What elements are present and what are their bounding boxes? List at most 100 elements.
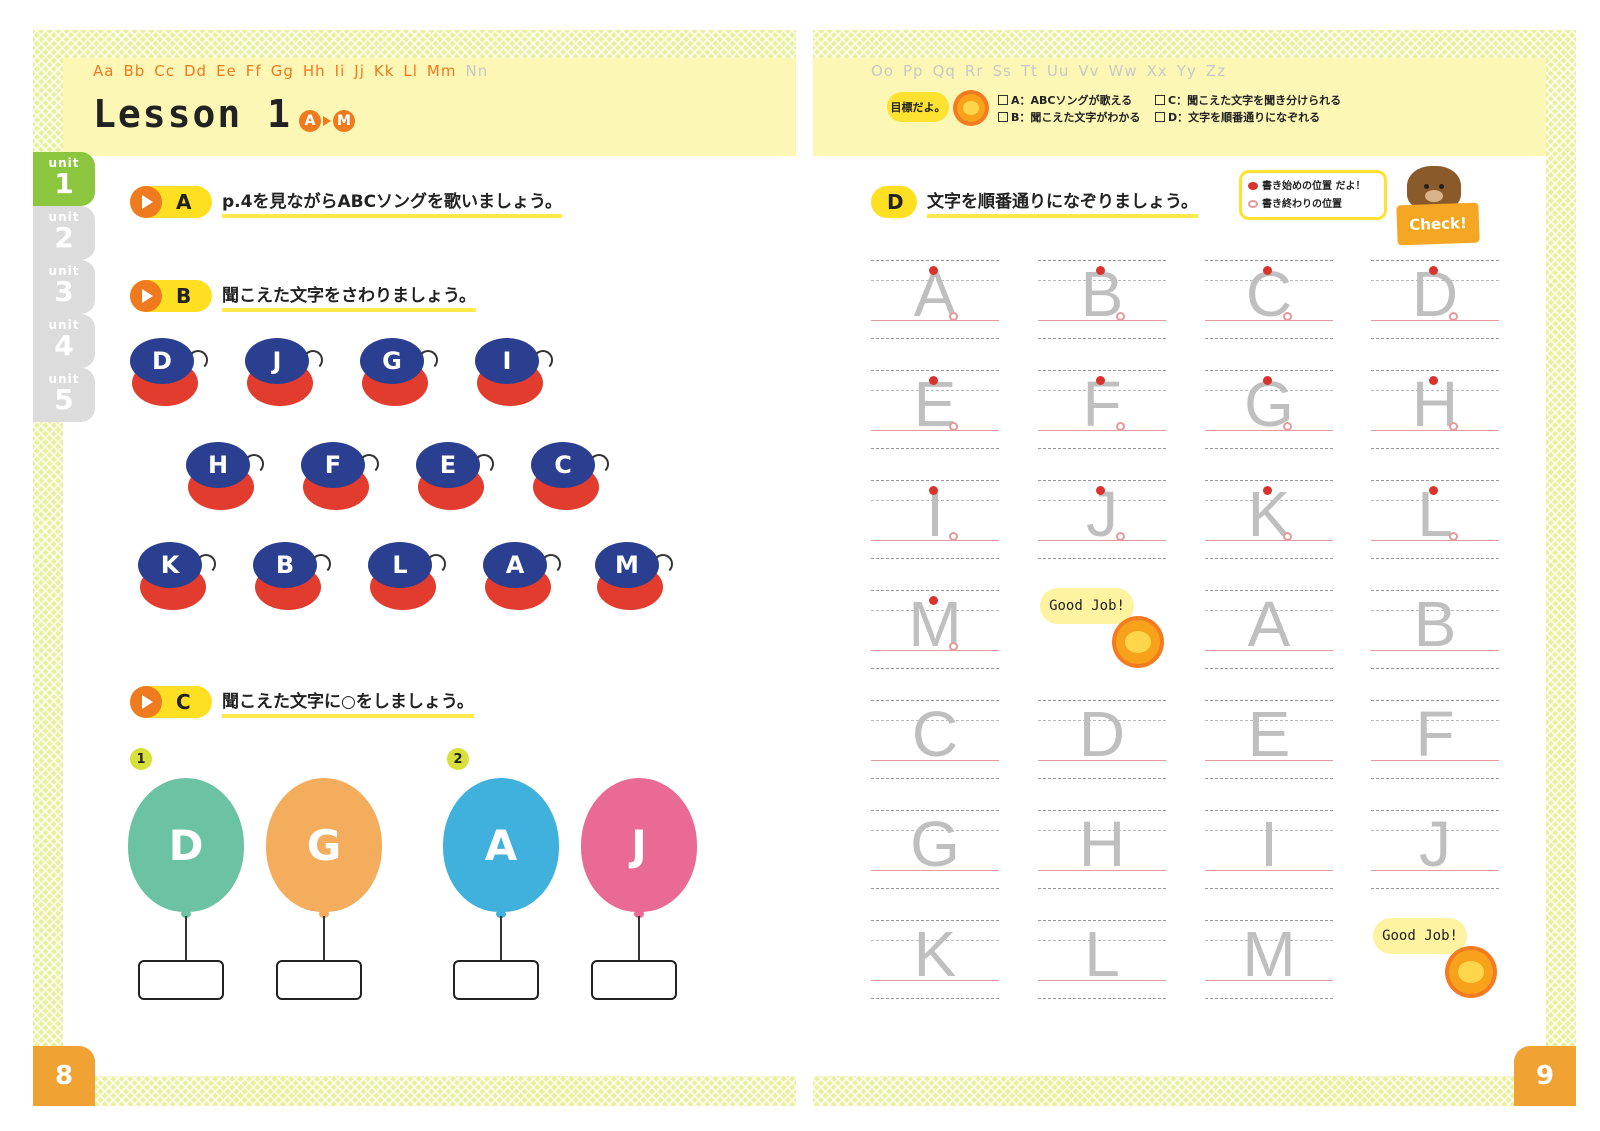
practice-cell-A[interactable]: A xyxy=(1205,590,1333,670)
goal-d[interactable]: D：文字を順番通りになぞれる xyxy=(1155,109,1341,126)
castanet-string xyxy=(589,454,609,474)
trace-cell-F[interactable]: F xyxy=(1038,370,1166,450)
trace-cell-A[interactable]: A xyxy=(871,260,999,340)
answer-box[interactable] xyxy=(276,960,362,1000)
good-job-bubble: Good Job! xyxy=(1373,918,1467,954)
castanet-letter: E xyxy=(416,442,480,488)
trace-cell-L[interactable]: L xyxy=(1371,480,1499,560)
unit-tab-1[interactable]: unit 1 xyxy=(33,152,95,206)
castanet-L[interactable]: L xyxy=(368,542,454,618)
unit-tabs: unit 1 unit 2 unit 3 unit 4 unit 5 xyxy=(33,152,95,422)
stroke-start-dot xyxy=(1429,376,1438,385)
balloon-D: D xyxy=(128,778,244,912)
stroke-start-dot xyxy=(1096,266,1105,275)
page-number-right: 9 xyxy=(1514,1046,1576,1106)
guide-line xyxy=(1371,778,1499,779)
task-d: D 文字を順番通りになぞりましょう。 xyxy=(871,186,1198,218)
stroke-start-dot xyxy=(1263,376,1272,385)
practice-cell-K[interactable]: K xyxy=(871,920,999,1000)
trace-cell-D[interactable]: D xyxy=(1371,260,1499,340)
practice-cell-B[interactable]: B xyxy=(1371,590,1499,670)
task-a: A p.4を見ながらABCソングを歌いましょう。 xyxy=(130,186,563,218)
practice-cell-D[interactable]: D xyxy=(1038,700,1166,780)
stroke-end-dot xyxy=(1116,422,1125,431)
answer-box[interactable] xyxy=(138,960,224,1000)
goal-a[interactable]: A：ABCソングが歌える xyxy=(998,92,1140,109)
balloon-G: G xyxy=(266,778,382,912)
trace-cell-H[interactable]: H xyxy=(1371,370,1499,450)
practice-cell-G[interactable]: G xyxy=(871,810,999,890)
checkbox-icon xyxy=(998,95,1008,105)
legend-start: 書き始めの位置 だよ！ xyxy=(1248,178,1378,196)
letter-glyph: D xyxy=(1078,698,1126,770)
castanet-string xyxy=(196,554,216,574)
stroke-end-dot xyxy=(1449,532,1458,541)
trace-cell-M[interactable]: M xyxy=(871,590,999,670)
castanet-string xyxy=(426,554,446,574)
letter-glyph: K xyxy=(913,918,957,990)
castanet-M[interactable]: M xyxy=(595,542,681,618)
unit-tab-5[interactable]: unit 5 xyxy=(33,368,95,422)
practice-cell-F[interactable]: F xyxy=(1371,700,1499,780)
castanet-I[interactable]: I xyxy=(475,338,561,414)
task-c-instruction: 聞こえた文字に○をしましょう。 xyxy=(222,687,474,718)
check-tag: Check! xyxy=(1396,202,1480,246)
guide-line xyxy=(1038,448,1166,449)
task-b-pill[interactable]: B xyxy=(130,280,212,312)
castanet-D[interactable]: D xyxy=(130,338,216,414)
castanet-H[interactable]: H xyxy=(186,442,272,518)
alphabet-pair: Jj xyxy=(354,62,365,80)
checkbox-icon xyxy=(1155,112,1165,122)
castanet-string xyxy=(541,554,561,574)
castanet-letter: A xyxy=(483,542,547,588)
practice-cell-M[interactable]: M xyxy=(1205,920,1333,1000)
goals-column-1: A：ABCソングが歌える B：聞こえた文字がわかる xyxy=(998,92,1140,126)
trace-cell-K[interactable]: K xyxy=(1205,480,1333,560)
castanet-F[interactable]: F xyxy=(301,442,387,518)
practice-cell-C[interactable]: C xyxy=(871,700,999,780)
letter-glyph: C xyxy=(911,698,959,770)
trace-cell-G[interactable]: G xyxy=(1205,370,1333,450)
task-b: B 聞こえた文字をさわりましょう。 xyxy=(130,280,476,312)
goal-b[interactable]: B：聞こえた文字がわかる xyxy=(998,109,1140,126)
guide-line xyxy=(871,998,999,999)
practice-cell-L[interactable]: L xyxy=(1038,920,1166,1000)
castanet-B[interactable]: B xyxy=(253,542,339,618)
unit-tab-2[interactable]: unit 2 xyxy=(33,206,95,260)
guide-line xyxy=(1205,668,1333,669)
goal-c[interactable]: C：聞こえた文字を聞き分けられる xyxy=(1155,92,1341,109)
trace-cell-J[interactable]: J xyxy=(1038,480,1166,560)
practice-cell-H[interactable]: H xyxy=(1038,810,1166,890)
castanet-J[interactable]: J xyxy=(245,338,331,414)
task-d-pill[interactable]: D xyxy=(871,186,917,218)
task-a-instruction: p.4を見ながらABCソングを歌いましょう。 xyxy=(222,187,563,218)
unit-tab-4[interactable]: unit 4 xyxy=(33,314,95,368)
castanet-A[interactable]: A xyxy=(483,542,569,618)
alphabet-pair: Zz xyxy=(1205,62,1226,80)
practice-cell-I[interactable]: I xyxy=(1205,810,1333,890)
alphabet-pair: Gg xyxy=(270,62,294,80)
castanet-string xyxy=(244,454,264,474)
practice-cell-E[interactable]: E xyxy=(1205,700,1333,780)
alphabet-pair: Mm xyxy=(426,62,457,80)
practice-cell-J[interactable]: J xyxy=(1371,810,1499,890)
balloon-string xyxy=(185,916,187,962)
bear-eye xyxy=(1424,184,1429,189)
alphabet-pair: Ww xyxy=(1108,62,1138,80)
answer-box[interactable] xyxy=(591,960,677,1000)
trace-cell-B[interactable]: B xyxy=(1038,260,1166,340)
task-c-pill[interactable]: C xyxy=(130,686,212,718)
trace-cell-I[interactable]: I xyxy=(871,480,999,560)
castanet-G[interactable]: G xyxy=(360,338,446,414)
castanet-C[interactable]: C xyxy=(531,442,617,518)
castanet-E[interactable]: E xyxy=(416,442,502,518)
task-a-pill[interactable]: A xyxy=(130,186,212,218)
trace-cell-C[interactable]: C xyxy=(1205,260,1333,340)
answer-box[interactable] xyxy=(453,960,539,1000)
castanet-letter: J xyxy=(245,338,309,384)
letter-glyph: F xyxy=(1415,698,1455,770)
castanet-K[interactable]: K xyxy=(138,542,224,618)
trace-cell-E[interactable]: E xyxy=(871,370,999,450)
unit-tab-3[interactable]: unit 3 xyxy=(33,260,95,314)
alphabet-strip-right: Oo Pp Qq Rr Ss Tt Uu Vv Ww Xx Yy Zz xyxy=(871,62,1235,80)
